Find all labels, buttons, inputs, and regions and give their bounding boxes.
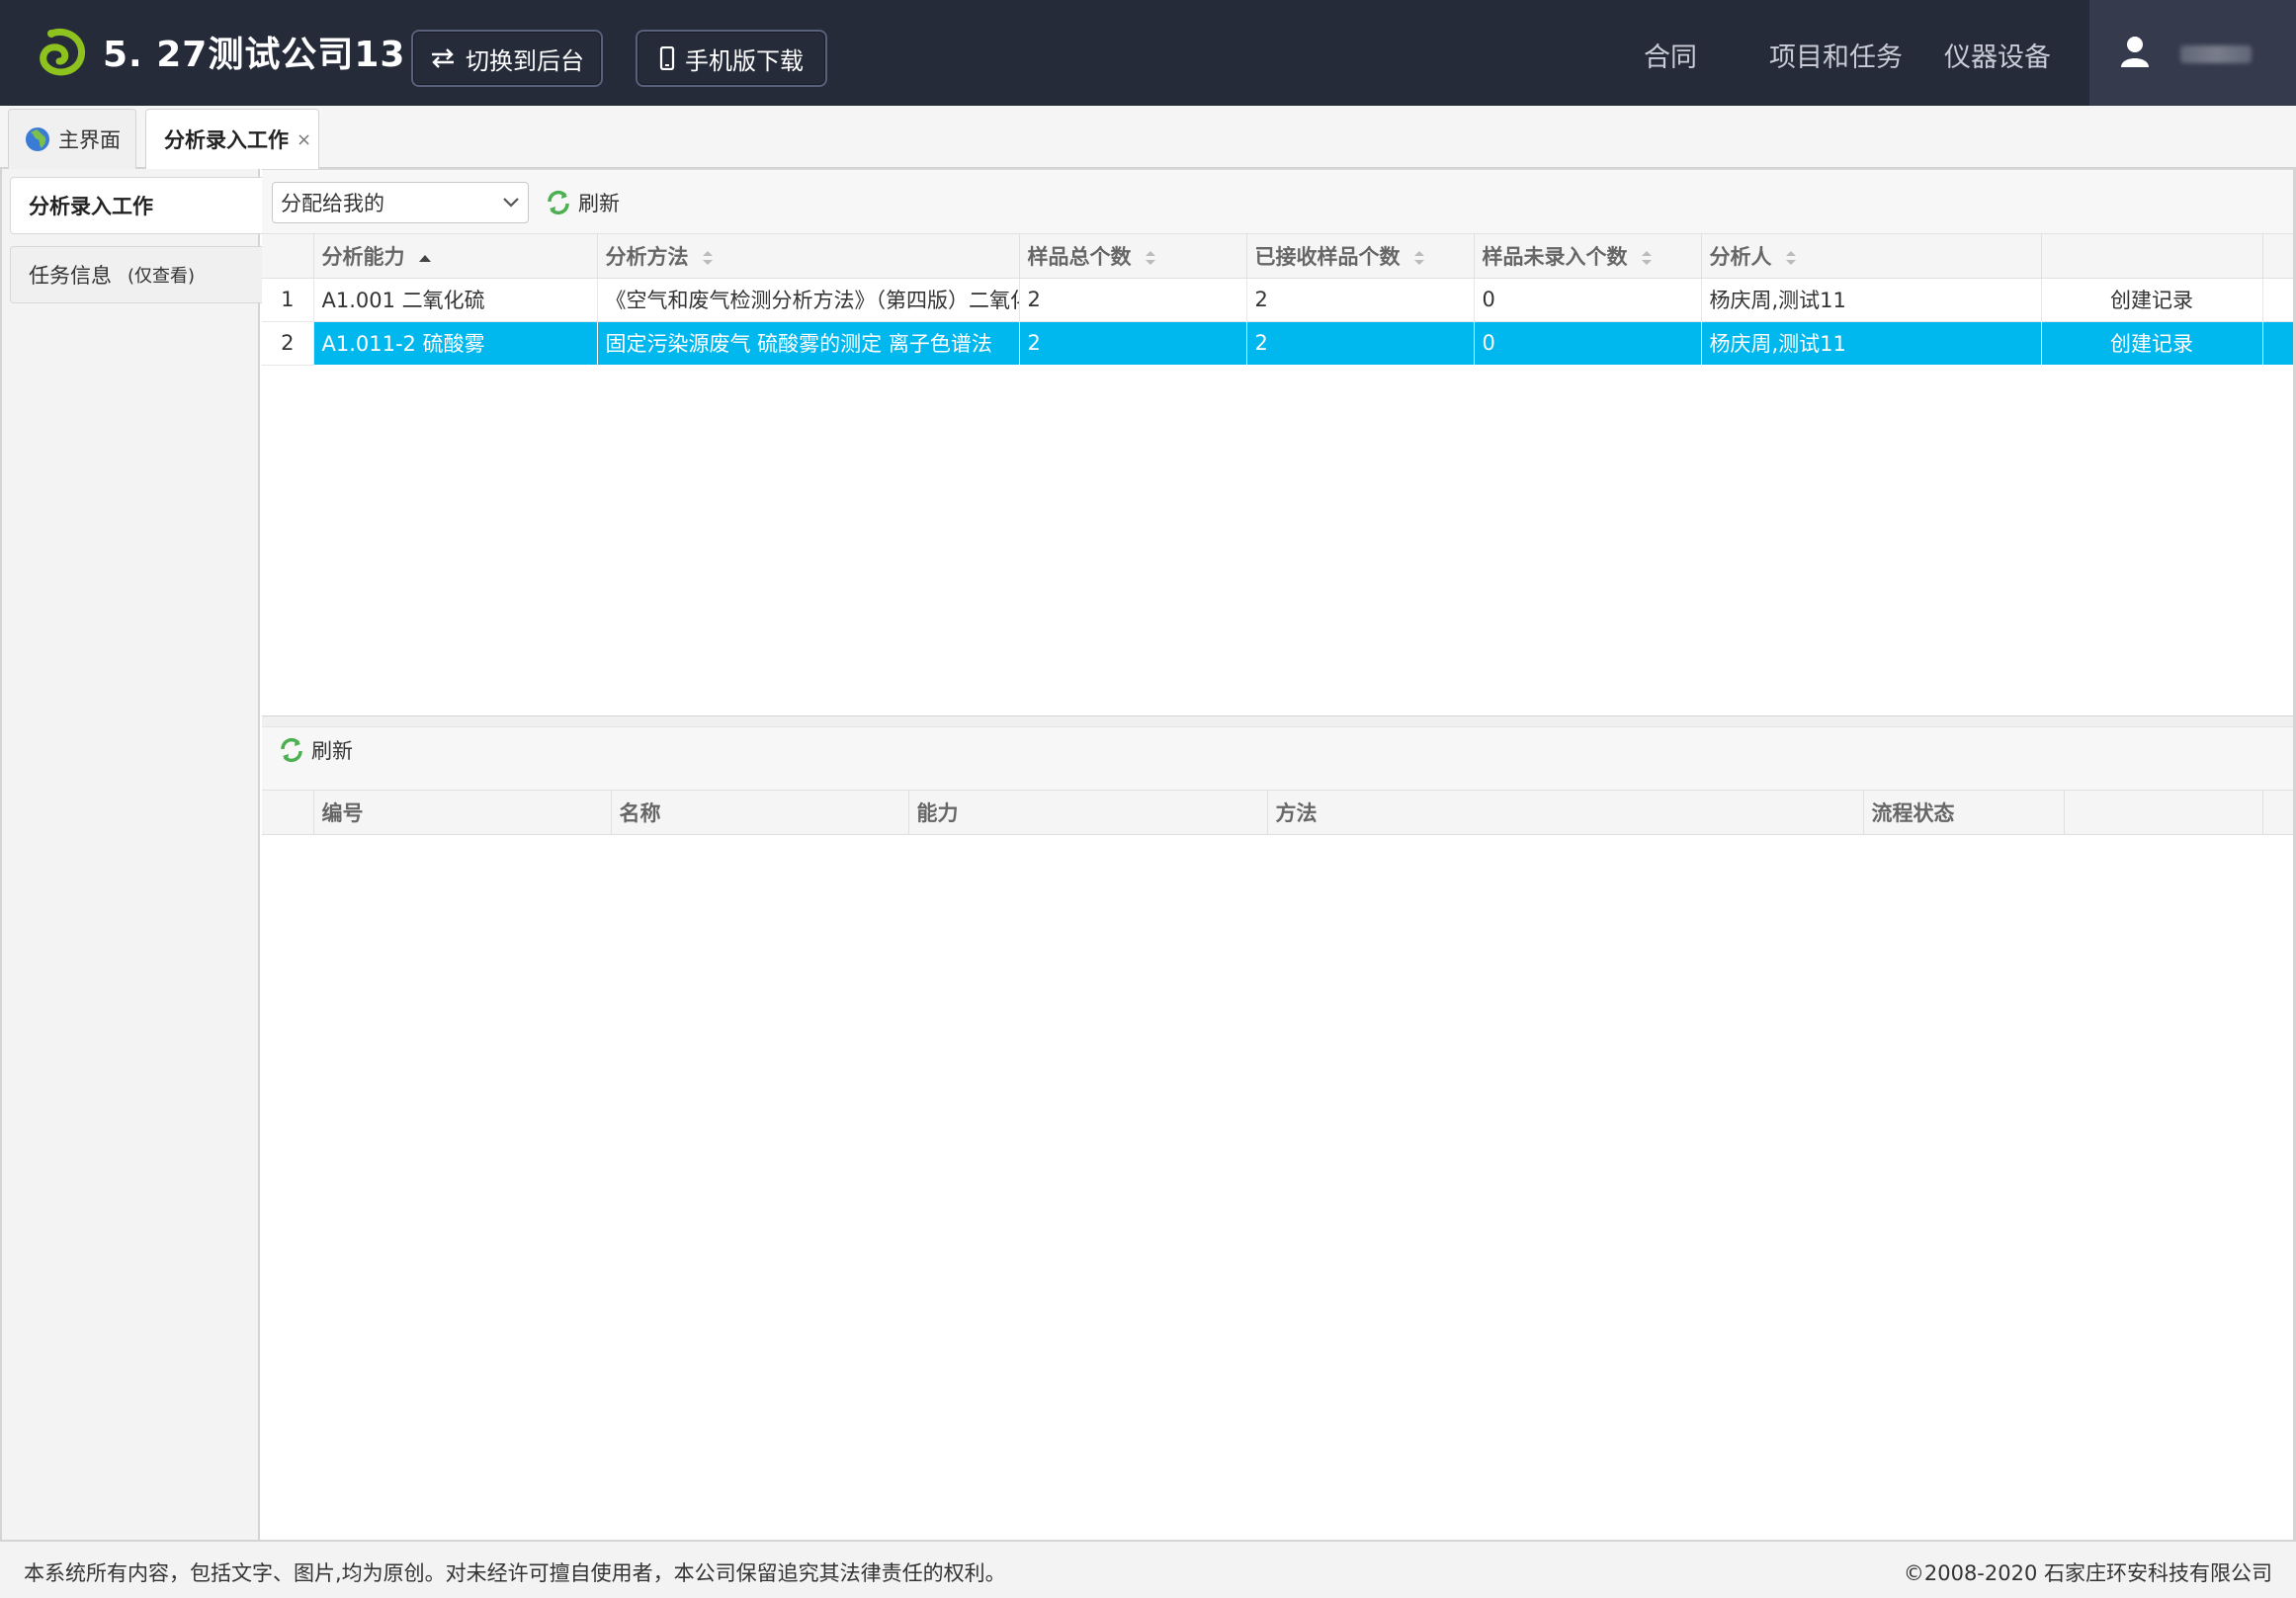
mobile-phone-icon	[659, 46, 675, 70]
tab-close-icon[interactable]: ×	[297, 129, 311, 150]
cell-total: 2	[1019, 321, 1247, 366]
col-action	[2064, 791, 2263, 835]
tab-analysis-label: 分析录入工作	[164, 128, 289, 152]
cell-capability: A1.011-2 硫酸雾	[313, 321, 598, 366]
table-row[interactable]: 1 A1.001 二氧化硫 《空气和废气检测分析方法》（第四版）二氧化硫 2 2…	[262, 278, 2294, 322]
tab-bar: 主界面 分析录入工作 ×	[0, 106, 2296, 169]
col-method[interactable]: 分析方法	[597, 234, 1020, 279]
page-footer: 本系统所有内容，包括文字、图片,均为原创。对未经许可擅自使用者，本公司保留追究其…	[0, 1540, 2296, 1598]
filter-selected-value: 分配给我的	[281, 192, 384, 215]
analysis-task-table: 分析能力 分析方法 样品总个数 已接收样品个数 样品未录入个数 分析人 1 A1…	[262, 234, 2294, 366]
lower-refresh-button[interactable]: 刷新	[278, 735, 353, 765]
sidebar-item-analysis-entry[interactable]: 分析录入工作	[10, 177, 264, 234]
col-capability[interactable]: 分析能力	[313, 234, 598, 279]
create-record-link[interactable]: 创建记录	[2041, 278, 2263, 322]
col-code[interactable]: 编号	[313, 791, 612, 835]
globe-icon	[26, 127, 49, 151]
assignment-filter-select[interactable]: 分配给我的	[272, 182, 529, 223]
sort-icon	[1641, 250, 1652, 265]
copyright-notice: 本系统所有内容，包括文字、图片,均为原创。对未经许可擅自使用者，本公司保留追究其…	[24, 1561, 1006, 1585]
refresh-icon	[548, 190, 569, 215]
cell-analyst: 杨庆周,测试11	[1701, 321, 2042, 366]
lower-toolbar	[262, 727, 2293, 791]
col-analyst[interactable]: 分析人	[1701, 234, 2042, 279]
user-menu[interactable]	[2089, 0, 2296, 106]
create-record-link[interactable]: 创建记录	[2041, 321, 2263, 366]
cell-capability: A1.001 二氧化硫	[313, 278, 598, 322]
col-name[interactable]: 名称	[611, 791, 909, 835]
swap-arrows-icon	[432, 48, 454, 68]
table-header-row: 分析能力 分析方法 样品总个数 已接收样品个数 样品未录入个数 分析人	[262, 234, 2294, 279]
tab-home-label: 主界面	[58, 128, 121, 152]
sort-icon	[1145, 250, 1155, 265]
main-panel: 分配给我的 刷新 分析能力 分析方法 样品总个数 已接收样品个数 样品未录入个数…	[262, 169, 2296, 1540]
row-number: 1	[262, 278, 314, 322]
cell-method: 《空气和废气检测分析方法》（第四版）二氧化硫	[597, 278, 1020, 322]
sidebar-item-note: (仅查看)	[128, 266, 196, 287]
col-scroll-gutter	[2262, 791, 2294, 835]
sample-record-table: 编号 名称 能力 方法 流程状态	[262, 791, 2294, 835]
panel-splitter[interactable]	[262, 715, 2293, 727]
copyright-company: ©2008-2020 石家庄环安科技有限公司	[1903, 1561, 2272, 1585]
switch-backend-label: 切换到后台	[466, 46, 584, 75]
col-workflow-status[interactable]: 流程状态	[1863, 791, 2065, 835]
col-method[interactable]: 方法	[1267, 791, 1864, 835]
chevron-down-icon	[503, 198, 519, 208]
nav-contract[interactable]: 合同	[1644, 36, 1697, 74]
col-rownum	[262, 234, 314, 279]
tab-home[interactable]: 主界面	[8, 109, 136, 169]
company-name: 5. 27测试公司13	[103, 35, 406, 75]
user-icon	[2121, 37, 2149, 67]
cell-method: 固定污染源废气 硫酸雾的测定 离子色谱法	[597, 321, 1020, 366]
col-scroll-gutter	[2262, 234, 2294, 279]
cell-gutter	[2262, 321, 2294, 366]
user-name-redacted	[2180, 45, 2252, 63]
sidebar-item-label: 任务信息	[29, 264, 112, 288]
col-action	[2041, 234, 2263, 279]
tab-analysis-entry[interactable]: 分析录入工作 ×	[145, 109, 319, 169]
cell-unentered: 0	[1474, 278, 1702, 322]
switch-backend-button[interactable]: 切换到后台	[411, 30, 603, 87]
col-total-samples[interactable]: 样品总个数	[1019, 234, 1247, 279]
mobile-download-label: 手机版下载	[685, 46, 804, 75]
top-toolbar: 分配给我的 刷新	[262, 169, 2293, 234]
left-sidebar: 分析录入工作 任务信息 (仅查看)	[0, 169, 264, 1540]
company-logo-icon	[40, 29, 86, 76]
cell-total: 2	[1019, 278, 1247, 322]
cell-unentered: 0	[1474, 321, 1702, 366]
sort-icon	[1413, 250, 1424, 265]
cell-received: 2	[1246, 278, 1475, 322]
refresh-label: 刷新	[311, 739, 353, 763]
sidebar-item-label: 分析录入工作	[29, 195, 153, 218]
table-header-row: 编号 名称 能力 方法 流程状态	[262, 791, 2294, 835]
nav-project-task[interactable]: 项目和任务	[1769, 36, 1903, 74]
col-received-samples[interactable]: 已接收样品个数	[1246, 234, 1475, 279]
mobile-download-button[interactable]: 手机版下载	[636, 30, 827, 87]
row-number: 2	[262, 321, 314, 366]
sort-icon	[702, 250, 713, 265]
cell-received: 2	[1246, 321, 1475, 366]
col-capability[interactable]: 能力	[908, 791, 1268, 835]
nav-instrument[interactable]: 仪器设备	[1944, 36, 2051, 74]
refresh-icon	[281, 737, 302, 763]
sidebar-item-task-info[interactable]: 任务信息 (仅查看)	[10, 246, 264, 303]
refresh-label: 刷新	[578, 192, 620, 215]
refresh-button[interactable]: 刷新	[545, 188, 620, 217]
cell-analyst: 杨庆周,测试11	[1701, 278, 2042, 322]
sort-icon	[1785, 250, 1796, 265]
table-row-selected[interactable]: 2 A1.011-2 硫酸雾 固定污染源废气 硫酸雾的测定 离子色谱法 2 2 …	[262, 321, 2294, 366]
sort-asc-icon	[418, 254, 431, 262]
app-header: 5. 27测试公司13 切换到后台 手机版下载 合同 项目和任务 仪器设备	[0, 0, 2296, 106]
col-rownum	[262, 791, 314, 835]
cell-gutter	[2262, 278, 2294, 322]
col-unentered-samples[interactable]: 样品未录入个数	[1474, 234, 1702, 279]
